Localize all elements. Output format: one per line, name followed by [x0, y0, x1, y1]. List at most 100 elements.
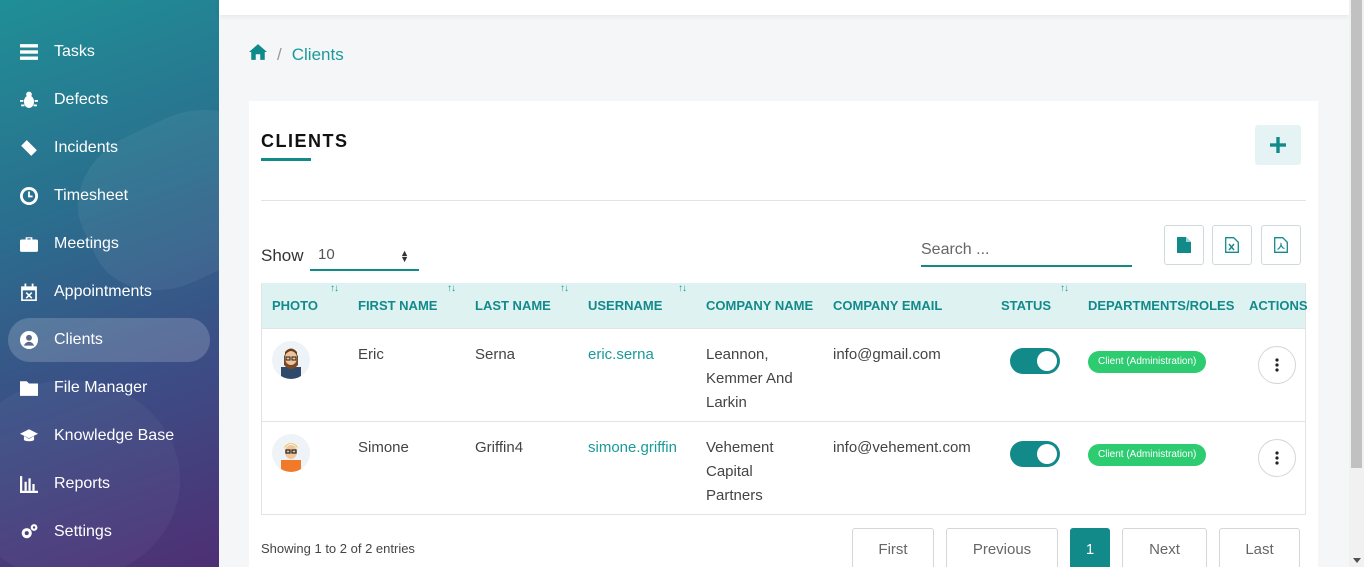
page-number-button[interactable]: 1	[1070, 528, 1110, 567]
company-name: Vehement Capital Partners	[706, 436, 774, 508]
excel-file-icon	[1225, 237, 1239, 253]
sidebar-item-reports[interactable]: Reports	[8, 462, 210, 506]
company-line: Larkin	[706, 394, 747, 411]
sidebar-item-label: Meetings	[54, 235, 119, 252]
page-last-button[interactable]: Last	[1219, 528, 1300, 567]
export-document-button[interactable]	[1164, 225, 1204, 265]
sidebar-item-label: File Manager	[54, 379, 148, 396]
show-label: Show	[261, 246, 304, 265]
sort-icon[interactable]: ↑↓	[1060, 283, 1069, 294]
sidebar-item-clients[interactable]: Clients	[8, 318, 210, 362]
export-excel-button[interactable]	[1212, 225, 1252, 265]
company-line: Partners	[706, 487, 763, 504]
col-username[interactable]: USERNAME	[588, 283, 662, 328]
user-circle-icon	[20, 331, 38, 349]
table-header-row: PHOTO ↑↓ FIRST NAME ↑↓ LAST NAME ↑↓ USER…	[262, 283, 1308, 328]
pdf-file-icon	[1274, 237, 1288, 253]
sidebar-item-incidents[interactable]: Incidents	[8, 126, 210, 170]
col-actions: ACTIONS	[1249, 298, 1308, 313]
role-badge: Client (Administration)	[1088, 444, 1207, 466]
role-badge: Client (Administration)	[1088, 351, 1207, 373]
graduation-cap-icon	[20, 427, 38, 445]
calendar-icon	[20, 283, 38, 301]
clients-table: PHOTO ↑↓ FIRST NAME ↑↓ LAST NAME ↑↓ USER…	[261, 283, 1308, 515]
sidebar-item-label: Settings	[54, 523, 112, 540]
sidebar-item-file-manager[interactable]: File Manager	[8, 366, 210, 410]
select-caret-icon: ▲ ▼	[400, 248, 409, 264]
page-next-button[interactable]: Next	[1122, 528, 1207, 567]
briefcase-icon	[20, 235, 38, 253]
status-toggle[interactable]	[1010, 348, 1060, 374]
col-photo[interactable]: PHOTO	[272, 283, 318, 328]
more-vertical-icon	[1275, 358, 1279, 372]
sort-icon[interactable]: ↑↓	[560, 283, 569, 294]
more-vertical-icon	[1275, 451, 1279, 465]
sidebar-item-label: Reports	[54, 475, 111, 492]
sidebar-item-label: Timesheet	[54, 187, 129, 204]
breadcrumb: / Clients	[249, 43, 344, 66]
tasks-icon	[20, 43, 38, 61]
sidebar-item-appointments[interactable]: Appointments	[8, 270, 210, 314]
page-size-value: 10	[318, 246, 335, 263]
bar-chart-icon	[20, 475, 38, 493]
scrollbar-thumb[interactable]	[1351, 0, 1362, 468]
sidebar-item-label: Knowledge Base	[54, 427, 175, 444]
col-departments[interactable]: DEPARTMENTS/ROLES	[1088, 283, 1234, 328]
col-company-name[interactable]: COMPANY NAME	[706, 283, 813, 328]
export-pdf-button[interactable]	[1261, 225, 1301, 265]
sidebar-item-defects[interactable]: Defects	[8, 78, 210, 122]
page-size-select[interactable]: 10 ▲ ▼	[310, 243, 419, 271]
sort-icon[interactable]: ↑↓	[678, 283, 687, 294]
sidebar-item-label: Clients	[54, 331, 103, 348]
ticket-icon	[20, 139, 38, 157]
sidebar-item-meetings[interactable]: Meetings	[8, 222, 210, 266]
company-email: info@gmail.com	[833, 346, 941, 363]
top-header	[219, 0, 1349, 15]
company-name: Leannon, Kemmer And Larkin	[706, 343, 793, 415]
home-icon[interactable]	[249, 43, 267, 66]
sidebar-item-tasks[interactable]: Tasks	[8, 30, 210, 74]
sidebar-item-label: Tasks	[54, 43, 95, 60]
username-link[interactable]: eric.serna	[588, 343, 654, 367]
clients-card: CLIENTS Show 10 ▲ ▼ Search ... PHOTO ↑↓ F…	[249, 101, 1318, 567]
last-name: Griffin4	[475, 439, 524, 456]
status-toggle[interactable]	[1010, 441, 1060, 467]
first-name: Simone	[358, 439, 409, 456]
sidebar-item-timesheet[interactable]: Timesheet	[8, 174, 210, 218]
sidebar-item-settings[interactable]: Settings	[8, 510, 210, 554]
company-line: Kemmer And	[706, 370, 793, 387]
last-name: Serna	[475, 346, 516, 363]
company-email: info@vehement.com	[833, 439, 971, 456]
clock-icon	[20, 187, 38, 205]
title-underline	[261, 158, 311, 161]
add-client-button[interactable]	[1255, 125, 1301, 165]
page-first-button[interactable]: First	[852, 528, 934, 567]
file-icon	[1177, 237, 1191, 253]
page-previous-button[interactable]: Previous	[946, 528, 1058, 567]
table-row: Simone Griffin4 simone.griffin Vehement …	[262, 421, 1305, 514]
divider	[261, 200, 1306, 201]
sidebar-item-label: Defects	[54, 91, 109, 108]
sort-icon[interactable]: ↑↓	[447, 283, 456, 294]
sidebar-item-label: Incidents	[54, 139, 119, 156]
sort-icon[interactable]: ↑↓	[330, 283, 339, 294]
table-info: Showing 1 to 2 of 2 entries	[261, 541, 415, 556]
gears-icon	[20, 523, 38, 541]
col-last-name[interactable]: LAST NAME	[475, 283, 551, 328]
sidebar-item-knowledge-base[interactable]: Knowledge Base	[8, 414, 210, 458]
row-actions-button[interactable]	[1258, 439, 1296, 477]
username-link[interactable]: simone.griffin	[588, 436, 677, 460]
scroll-down-arrow[interactable]	[1353, 558, 1361, 563]
scrollbar[interactable]	[1349, 0, 1364, 567]
col-first-name[interactable]: FIRST NAME	[358, 283, 437, 328]
company-line: Vehement	[706, 439, 774, 456]
col-status[interactable]: STATUS	[1001, 283, 1051, 328]
breadcrumb-current[interactable]: Clients	[292, 45, 344, 65]
search-input[interactable]: Search ...	[921, 237, 1132, 267]
avatar	[272, 341, 310, 379]
row-actions-button[interactable]	[1258, 346, 1296, 384]
avatar	[272, 434, 310, 472]
folder-icon	[20, 379, 38, 397]
col-company-email[interactable]: COMPANY EMAIL	[833, 283, 942, 328]
company-line: Leannon,	[706, 346, 769, 363]
